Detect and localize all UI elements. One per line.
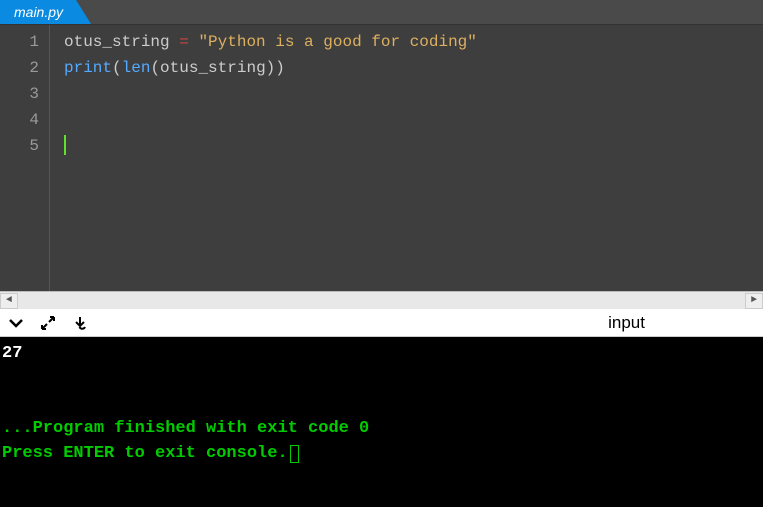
console-toolbar: input <box>0 309 763 337</box>
line-number: 5 <box>0 133 49 159</box>
line-number: 3 <box>0 81 49 107</box>
console-cursor <box>290 445 299 463</box>
line-number: 2 <box>0 55 49 81</box>
line-number: 1 <box>0 29 49 55</box>
download-icon[interactable] <box>72 315 88 331</box>
line-number-gutter: 1 2 3 4 5 <box>0 25 50 291</box>
scroll-left-arrow[interactable]: ◄ <box>0 293 18 309</box>
scroll-right-arrow[interactable]: ► <box>745 293 763 309</box>
cursor <box>64 135 66 155</box>
file-tab[interactable]: main.py <box>0 0 91 24</box>
console-result: 27 <box>2 341 761 366</box>
console-message: ...Program finished with exit code 0 <box>2 416 761 441</box>
horizontal-scrollbar[interactable]: ◄ ► <box>0 291 763 309</box>
input-label: input <box>608 313 645 333</box>
expand-icon[interactable] <box>40 315 56 331</box>
tab-bar: main.py <box>0 0 763 25</box>
code-editor[interactable]: 1 2 3 4 5 otus_string = "Python is a goo… <box>0 25 763 291</box>
code-area[interactable]: otus_string = "Python is a good for codi… <box>50 25 763 291</box>
code-line: otus_string = "Python is a good for codi… <box>64 29 763 55</box>
tab-filename: main.py <box>14 4 63 20</box>
console-prompt: Press ENTER to exit console. <box>2 441 761 466</box>
line-number: 4 <box>0 107 49 133</box>
chevron-down-icon[interactable] <box>8 315 24 331</box>
console-output[interactable]: 27 ...Program finished with exit code 0 … <box>0 337 763 507</box>
code-line: print(len(otus_string)) <box>64 55 763 81</box>
